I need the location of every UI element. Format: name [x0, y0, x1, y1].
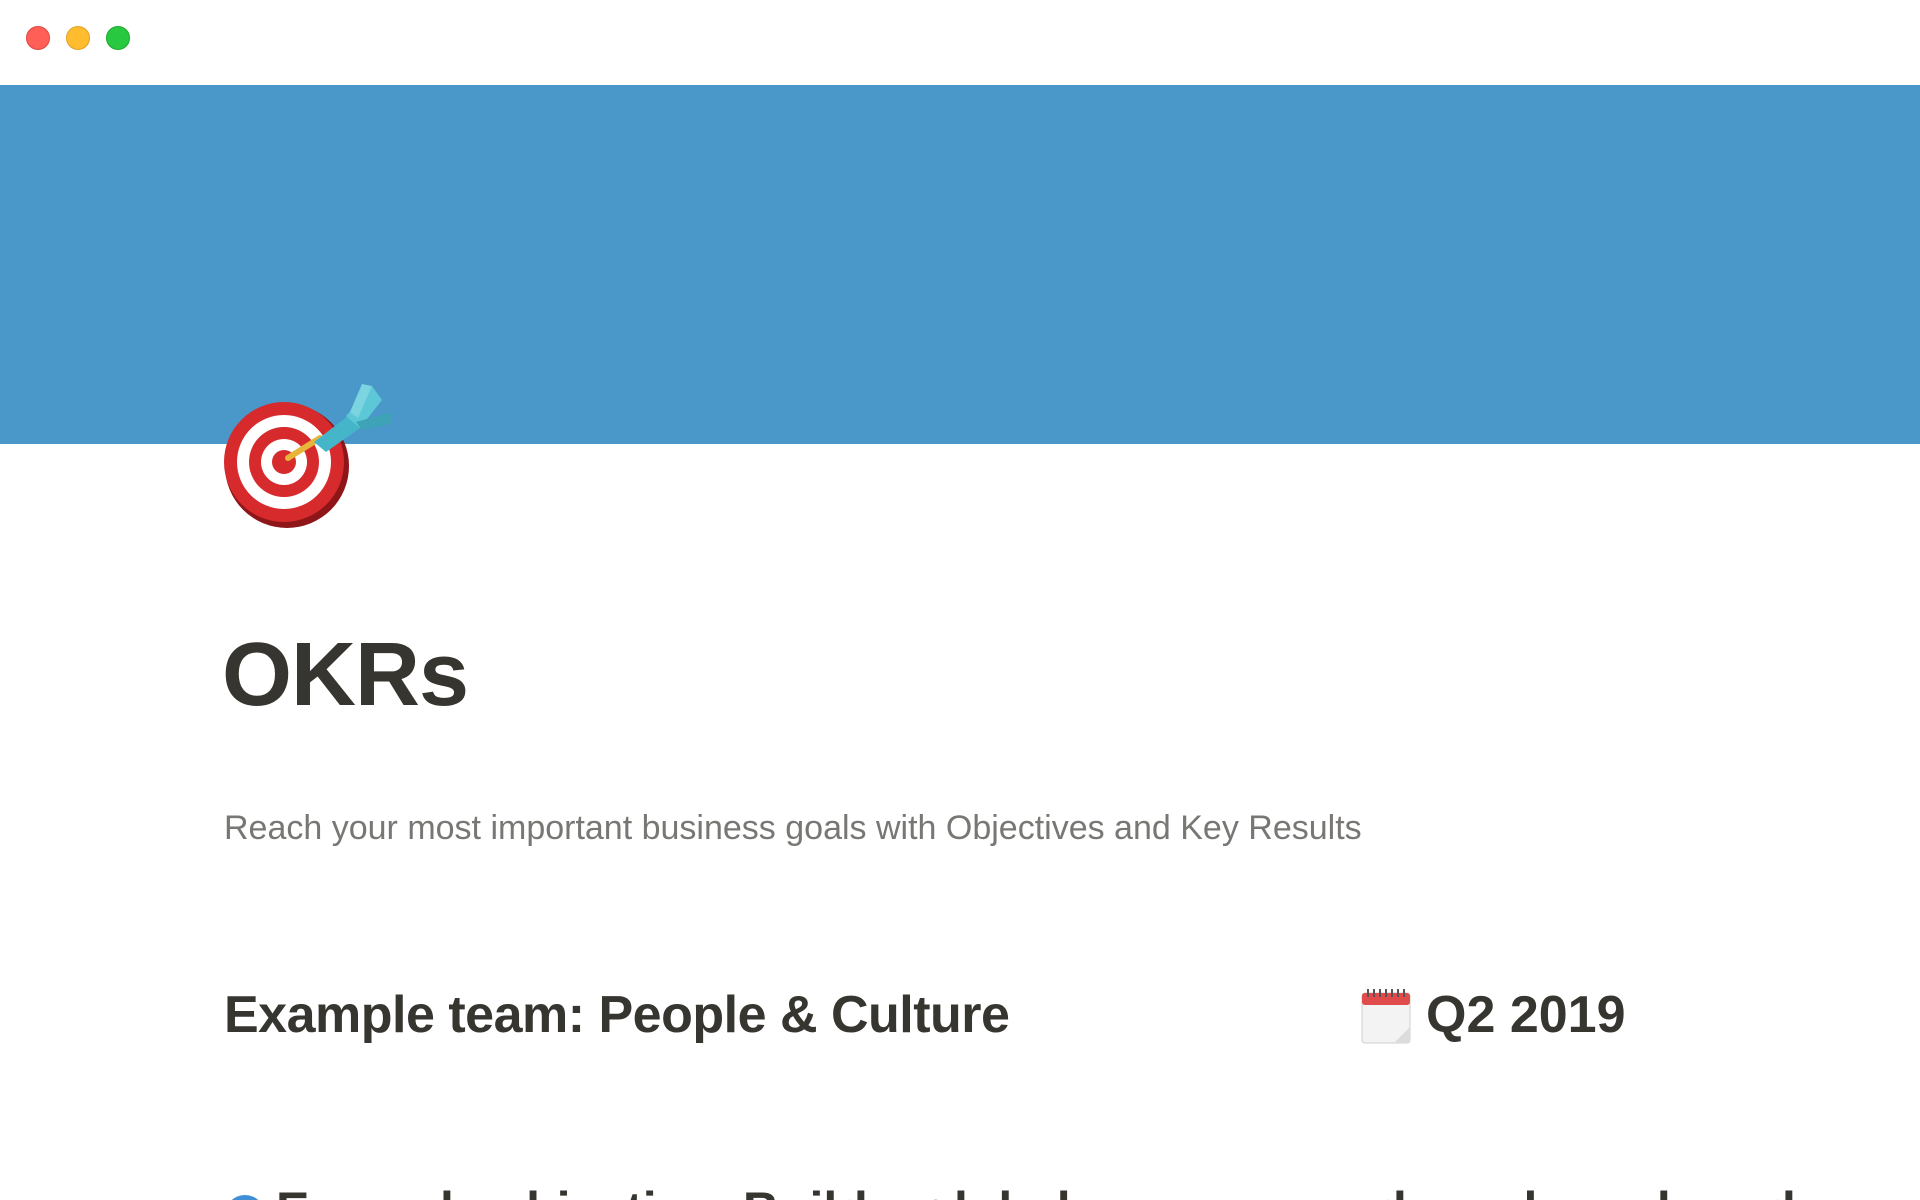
team-heading[interactable]: Example team: People & Culture: [224, 980, 1010, 1050]
window-close-button[interactable]: [26, 26, 50, 50]
globe-icon: [224, 1189, 266, 1200]
dart-target-icon[interactable]: [222, 378, 412, 538]
page-description[interactable]: Reach your most important business goals…: [224, 806, 1362, 850]
quarter-label: Q2 2019: [1426, 986, 1626, 1044]
objective-heading[interactable]: Example objective: Build a global compan…: [224, 1180, 1796, 1200]
window-zoom-button[interactable]: [106, 26, 130, 50]
quarter-heading[interactable]: Q2 2019: [1360, 980, 1626, 1050]
calendar-icon: [1360, 987, 1412, 1045]
notion-window: OKRs Reach your most important business …: [0, 0, 1920, 1200]
window-minimize-button[interactable]: [66, 26, 90, 50]
title-bar: [0, 0, 1920, 85]
page-title[interactable]: OKRs: [222, 620, 469, 730]
objective-label: Example objective: Build a global compan…: [276, 1180, 1796, 1200]
